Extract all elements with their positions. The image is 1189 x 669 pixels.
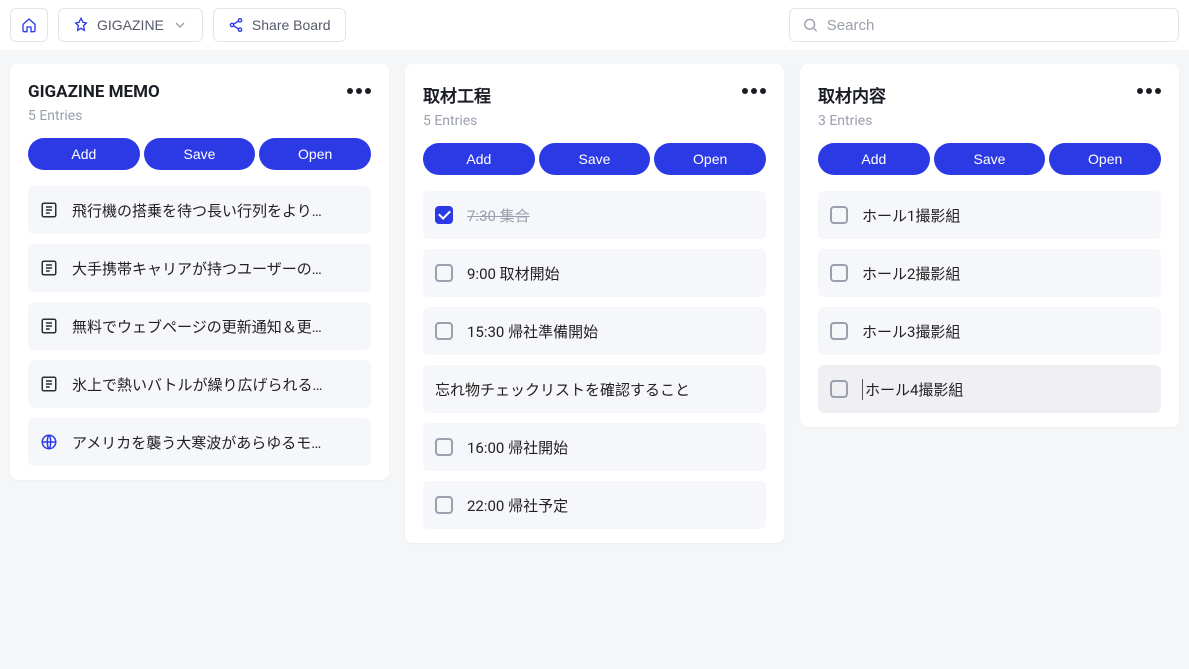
card: GIGAZINE MEMO 5 Entries AddSaveOpen 飛行機の搭乗を… <box>10 64 389 480</box>
list-item-label: アメリカを襲う大寒波があらゆるモ… <box>72 432 321 453</box>
add-button[interactable]: Add <box>28 138 140 170</box>
document-icon <box>40 201 58 219</box>
list-item[interactable]: 16:00 帰社開始 <box>423 423 766 471</box>
checkbox[interactable] <box>435 496 453 514</box>
card: 取材工程 5 Entries AddSaveOpen 7:30 集合 9:00 取材開始… <box>405 64 784 543</box>
card-menu-button[interactable] <box>742 82 766 100</box>
list-item-label: 飛行機の搭乗を待つ長い行列をより… <box>72 200 322 221</box>
chevron-down-icon <box>172 17 188 33</box>
document-icon <box>40 317 58 335</box>
list-item[interactable]: 大手携帯キャリアが持つユーザーの… <box>28 244 371 292</box>
search-input[interactable] <box>827 17 1166 34</box>
share-icon <box>228 17 244 33</box>
list-item[interactable]: 無料でウェブページの更新通知＆更… <box>28 302 371 350</box>
board: GIGAZINE MEMO5 EntriesAddSaveOpen飛行機の搭乗を… <box>0 50 1189 557</box>
document-icon <box>40 375 58 393</box>
list-item[interactable]: ホール4撮影組 <box>818 365 1161 413</box>
list-item[interactable]: アメリカを襲う大寒波があらゆるモ… <box>28 418 371 466</box>
list-item[interactable]: 9:00 取材開始 <box>423 249 766 297</box>
card-title: 取材工程 <box>423 82 491 107</box>
add-button[interactable]: Add <box>818 143 930 175</box>
card-menu-button[interactable] <box>347 82 371 100</box>
home-button[interactable] <box>10 8 48 42</box>
list-item-label: 15:30 帰社準備開始 <box>467 321 598 342</box>
list-item[interactable]: ホール2撮影組 <box>818 249 1161 297</box>
share-board-label: Share Board <box>252 17 331 33</box>
card-title: 取材内容 <box>818 82 886 107</box>
list-item-label: 9:00 取材開始 <box>467 263 560 284</box>
save-button[interactable]: Save <box>539 143 651 175</box>
board-select-label: GIGAZINE <box>97 17 164 33</box>
card-title: GIGAZINE MEMO <box>28 82 160 102</box>
topbar: GIGAZINE Share Board <box>0 0 1189 50</box>
board-select-button[interactable]: GIGAZINE <box>58 8 203 42</box>
list-item[interactable]: 7:30 集合 <box>423 191 766 239</box>
card-menu-button[interactable] <box>1137 82 1161 100</box>
checkbox[interactable] <box>830 380 848 398</box>
list-item-label: 22:00 帰社予定 <box>467 495 568 516</box>
list-item[interactable]: 飛行機の搭乗を待つ長い行列をより… <box>28 186 371 234</box>
card-entries-count: 5 Entries <box>423 113 491 129</box>
share-board-button[interactable]: Share Board <box>213 8 346 42</box>
checkbox[interactable] <box>830 322 848 340</box>
card-entries-count: 5 Entries <box>28 108 160 124</box>
search-icon <box>802 16 819 34</box>
list-item-label: 7:30 集合 <box>467 205 530 226</box>
list-item-label: ホール2撮影組 <box>862 263 960 284</box>
checkbox[interactable] <box>435 206 453 224</box>
list-item[interactable]: ホール1撮影組 <box>818 191 1161 239</box>
list-item-label: 無料でウェブページの更新通知＆更… <box>72 316 322 337</box>
open-button[interactable]: Open <box>259 138 371 170</box>
open-button[interactable]: Open <box>1049 143 1161 175</box>
checkbox[interactable] <box>435 438 453 456</box>
list-item[interactable]: ホール3撮影組 <box>818 307 1161 355</box>
checkbox[interactable] <box>435 322 453 340</box>
pin-icon <box>73 17 89 33</box>
list-item-label: 16:00 帰社開始 <box>467 437 568 458</box>
list-item[interactable]: 氷上で熱いバトルが繰り広げられる… <box>28 360 371 408</box>
checkbox[interactable] <box>830 264 848 282</box>
list-item[interactable]: 15:30 帰社準備開始 <box>423 307 766 355</box>
card-entries-count: 3 Entries <box>818 113 886 129</box>
document-icon <box>40 259 58 277</box>
checkbox[interactable] <box>830 206 848 224</box>
home-icon <box>21 17 37 33</box>
globe-icon <box>40 433 58 451</box>
checkbox[interactable] <box>435 264 453 282</box>
save-button[interactable]: Save <box>934 143 1046 175</box>
list-item-label: 氷上で熱いバトルが繰り広げられる… <box>72 374 323 395</box>
add-button[interactable]: Add <box>423 143 535 175</box>
save-button[interactable]: Save <box>144 138 256 170</box>
search-box[interactable] <box>789 8 1179 42</box>
list-item[interactable]: 忘れ物チェックリストを確認すること <box>423 365 766 413</box>
list-item[interactable]: 22:00 帰社予定 <box>423 481 766 529</box>
open-button[interactable]: Open <box>654 143 766 175</box>
list-item-label: 忘れ物チェックリストを確認すること <box>435 379 690 400</box>
list-item-label: ホール1撮影組 <box>862 205 960 226</box>
list-item-label: ホール4撮影組 <box>862 379 963 400</box>
list-item-label: ホール3撮影組 <box>862 321 960 342</box>
card: 取材内容 3 Entries AddSaveOpen ホール1撮影組ホール2撮影組ホー… <box>800 64 1179 427</box>
list-item-label: 大手携帯キャリアが持つユーザーの… <box>72 258 322 279</box>
